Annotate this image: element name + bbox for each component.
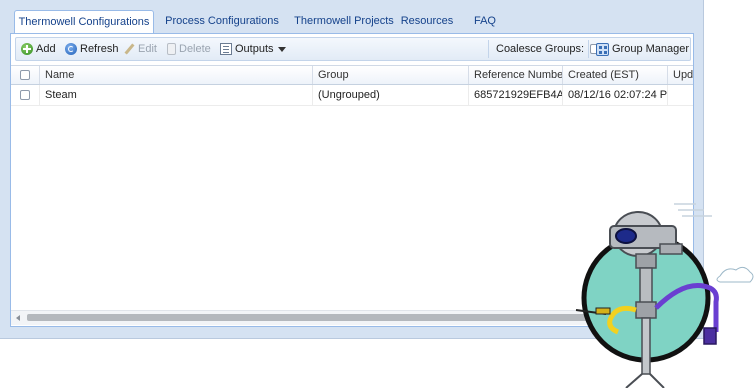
refresh-icon [65,43,77,55]
coalesce-groups-label: Coalesce Groups: [496,38,601,60]
outputs-dropdown-button[interactable] [278,38,286,60]
trash-icon [167,43,176,55]
outputs-button-label: Outputs [235,43,274,55]
add-button[interactable]: Add [21,38,56,60]
tab-faq[interactable]: FAQ [469,10,501,32]
tab-resources[interactable]: Resources [400,10,454,32]
column-header-name[interactable]: Name [40,66,313,84]
cell-created: 08/12/16 02:07:24 PM [563,85,668,105]
column-header-reference-number[interactable]: Reference Number [469,66,563,84]
cell-name: Steam [40,85,313,105]
group-manager-button[interactable]: Group Manager [596,38,689,60]
toolbar-separator [588,40,589,58]
grid-header: Name Group Reference Number Created (EST… [11,65,693,85]
pencil-icon [123,43,135,55]
toolbar-separator [488,40,489,58]
tab-process-configurations[interactable]: Process Configurations [160,10,284,32]
edit-button-label: Edit [138,43,157,55]
thermowell-mascot-illustration [575,203,754,388]
toolbar: Add Refresh Edit Delete Outputs Coalesce… [15,37,691,61]
edit-button[interactable]: Edit [123,38,157,60]
group-grid-icon [596,42,609,56]
cell-updated [668,85,693,105]
select-all-checkbox[interactable] [20,70,30,80]
tab-thermowell-configurations[interactable]: Thermowell Configurations [14,10,154,34]
column-header-updated[interactable]: Upd [668,66,693,84]
cell-reference-number: 685721929EFB4AA [469,85,563,105]
column-header-created[interactable]: Created (EST) [563,66,668,84]
add-button-label: Add [36,43,56,55]
row-select-checkbox[interactable] [20,90,30,100]
outputs-button[interactable]: Outputs [220,38,274,60]
chevron-down-icon [278,46,286,52]
refresh-button[interactable]: Refresh [65,38,119,60]
group-manager-label: Group Manager [612,43,690,55]
tab-thermowell-projects[interactable]: Thermowell Projects [288,10,400,32]
tab-bar: Thermowell Configurations Process Config… [10,10,700,34]
delete-button[interactable]: Delete [167,38,211,60]
coalesce-groups-text: Coalesce Groups: [496,43,585,55]
refresh-button-label: Refresh [80,43,119,55]
delete-button-label: Delete [179,43,211,55]
column-header-group[interactable]: Group [313,66,469,84]
table-row[interactable]: Steam (Ungrouped) 685721929EFB4AA 08/12/… [11,85,693,106]
outputs-icon [220,43,232,55]
scroll-left-icon[interactable] [16,315,20,321]
select-all-column [11,66,40,84]
add-circle-icon [21,43,33,55]
cell-group: (Ungrouped) [313,85,469,105]
row-select-cell [11,85,40,105]
